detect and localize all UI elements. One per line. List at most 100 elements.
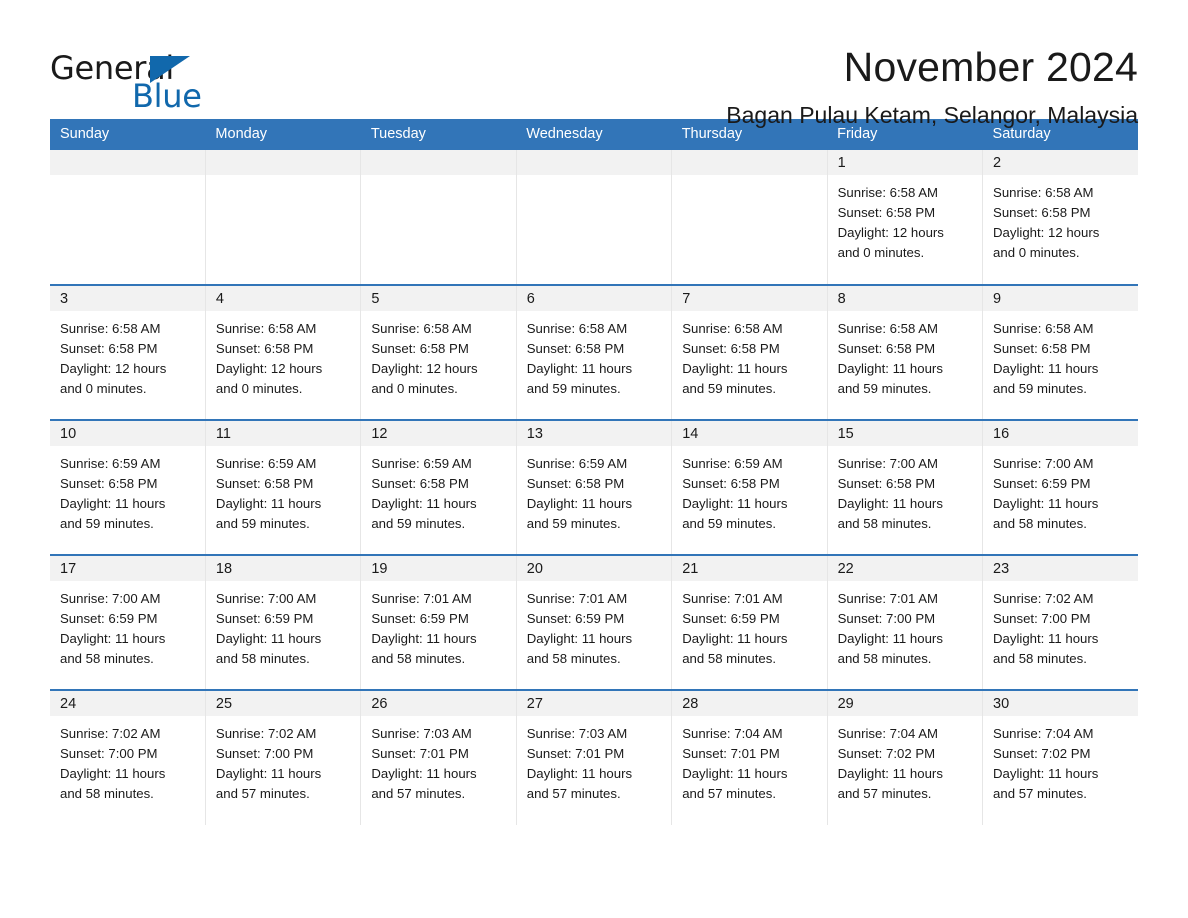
daylight-text: Daylight: 11 hours: [526, 766, 633, 781]
calendar-day-cell[interactable]: 26 Sunrise: 7:03 AM Sunset: 7:01 PM Dayligh…: [360, 689, 517, 825]
sunrise-text: Sunrise: 6:58 AM: [837, 185, 939, 200]
calendar-day-cell[interactable]: 1 Sunrise: 6:58 AM Sunset: 6:58 PM Daylight…: [826, 150, 983, 285]
day-details: Sunrise: 7:01 AM Sunset: 6:59 PM Daylight:…: [361, 581, 515, 669]
calendar-day-cell[interactable]: 28 Sunrise: 7:04 AM Sunset: 7:01 PM Dayligh…: [671, 689, 828, 825]
sunrise-text: Sunrise: 6:58 AM: [371, 321, 472, 336]
day-number: [516, 150, 672, 175]
sunrise-text: Sunrise: 6:59 AM: [682, 456, 783, 471]
daylight-text: and 58 minutes.: [682, 651, 777, 666]
calendar-day-cell[interactable]: 5 Sunrise: 6:58 AM Sunset: 6:58 PM Daylight…: [360, 284, 517, 420]
daylight-text: Daylight: 11 hours: [682, 766, 788, 781]
daylight-text: and 59 minutes.: [682, 516, 777, 531]
calendar-day-cell[interactable]: 24 Sunrise: 7:02 AM Sunset: 7:00 PM Dayligh…: [50, 689, 206, 825]
calendar-day-cell[interactable]: 8 Sunrise: 6:58 AM Sunset: 6:58 PM Daylight…: [826, 284, 983, 420]
sunrise-text: Sunrise: 7:03 AM: [371, 726, 472, 741]
sunset-text: Sunset: 6:58 PM: [371, 476, 469, 491]
daylight-text: and 59 minutes.: [371, 516, 466, 531]
calendar-day-cell[interactable]: 15 Sunrise: 7:00 AM Sunset: 6:58 PM Dayligh…: [826, 419, 983, 555]
calendar-day-cell[interactable]: 2 Sunrise: 6:58 AM Sunset: 6:58 PM Daylight…: [982, 150, 1138, 285]
calendar-day-cell[interactable]: 30 Sunrise: 7:04 AM Sunset: 7:02 PM Dayligh…: [982, 689, 1138, 825]
sunrise-text: Sunrise: 6:58 AM: [993, 185, 1094, 200]
daylight-text: and 59 minutes.: [837, 381, 932, 396]
day-details: Sunrise: 6:58 AM Sunset: 6:58 PM Daylight:…: [828, 175, 982, 263]
calendar-day-cell[interactable]: 18 Sunrise: 7:00 AM Sunset: 6:59 PM Dayligh…: [204, 554, 361, 690]
calendar-day-cell[interactable]: 13 Sunrise: 6:59 AM Sunset: 6:58 PM Dayligh…: [515, 419, 672, 555]
calendar-day-cell[interactable]: 23 Sunrise: 7:02 AM Sunset: 7:00 PM Dayligh…: [982, 554, 1138, 690]
daylight-text: and 59 minutes.: [993, 381, 1087, 396]
calendar-week-row: 24 Sunrise: 7:02 AM Sunset: 7:00 PM Dayligh…: [50, 689, 1138, 825]
sunrise-text: Sunrise: 7:03 AM: [526, 726, 628, 741]
daylight-text: Daylight: 11 hours: [682, 496, 788, 511]
calendar-day-cell[interactable]: 25 Sunrise: 7:02 AM Sunset: 7:00 PM Dayligh…: [204, 689, 361, 825]
calendar-day-cell[interactable]: 10 Sunrise: 6:59 AM Sunset: 6:58 PM Dayligh…: [50, 419, 206, 555]
day-details: Sunrise: 6:59 AM Sunset: 6:58 PM Daylight:…: [361, 446, 515, 534]
sunrise-text: Sunrise: 6:59 AM: [371, 456, 472, 471]
calendar-day-cell[interactable]: 14 Sunrise: 6:59 AM Sunset: 6:58 PM Dayligh…: [671, 419, 828, 555]
daylight-text: and 57 minutes.: [682, 786, 777, 801]
calendar-day-cell[interactable]: 3 Sunrise: 6:58 AM Sunset: 6:58 PM Daylight…: [50, 284, 206, 420]
sunset-text: Sunset: 6:58 PM: [837, 205, 936, 220]
calendar-day-cell[interactable]: 22 Sunrise: 7:01 AM Sunset: 7:00 PM Dayligh…: [826, 554, 983, 690]
day-details: [517, 175, 671, 183]
sunset-text: Sunset: 6:59 PM: [60, 611, 158, 626]
daylight-text: Daylight: 11 hours: [215, 496, 322, 511]
general-blue-logo[interactable]: General Blue: [50, 46, 202, 112]
day-details: Sunrise: 7:02 AM Sunset: 7:00 PM Daylight:…: [983, 581, 1138, 669]
sunset-text: Sunset: 6:58 PM: [993, 341, 1091, 356]
sunrise-text: Sunrise: 7:04 AM: [837, 726, 939, 741]
daylight-text: Daylight: 11 hours: [526, 496, 633, 511]
day-number: 6: [516, 286, 672, 311]
calendar-day-cell[interactable]: 16 Sunrise: 7:00 AM Sunset: 6:59 PM Dayligh…: [982, 419, 1138, 555]
daylight-text: Daylight: 11 hours: [526, 361, 633, 376]
daylight-text: Daylight: 11 hours: [371, 496, 477, 511]
day-number: 29: [827, 691, 983, 716]
calendar-day-cell[interactable]: 21 Sunrise: 7:01 AM Sunset: 6:59 PM Dayligh…: [671, 554, 828, 690]
day-details: Sunrise: 7:01 AM Sunset: 6:59 PM Daylight:…: [517, 581, 671, 669]
calendar-day-cell[interactable]: 7 Sunrise: 6:58 AM Sunset: 6:58 PM Daylight…: [671, 284, 828, 420]
day-number: 8: [827, 286, 983, 311]
sunset-text: Sunset: 6:58 PM: [837, 476, 936, 491]
day-details: Sunrise: 6:58 AM Sunset: 6:58 PM Daylight:…: [983, 311, 1138, 399]
daylight-text: and 57 minutes.: [526, 786, 621, 801]
daylight-text: Daylight: 12 hours: [215, 361, 323, 376]
calendar-day-cell[interactable]: 20 Sunrise: 7:01 AM Sunset: 6:59 PM Dayligh…: [515, 554, 672, 690]
day-details: Sunrise: 7:02 AM Sunset: 7:00 PM Daylight:…: [50, 716, 205, 804]
day-details: Sunrise: 6:58 AM Sunset: 6:58 PM Daylight:…: [50, 311, 205, 399]
day-number: 7: [672, 286, 827, 311]
day-number: 12: [361, 421, 516, 446]
day-details: Sunrise: 6:59 AM Sunset: 6:58 PM Daylight:…: [50, 446, 205, 534]
sunrise-text: Sunrise: 6:59 AM: [215, 456, 317, 471]
day-details: Sunrise: 6:59 AM Sunset: 6:58 PM Daylight:…: [672, 446, 826, 534]
day-details: Sunrise: 6:58 AM Sunset: 6:58 PM Daylight:…: [983, 175, 1138, 263]
daylight-text: and 57 minutes.: [837, 786, 932, 801]
daylight-text: Daylight: 12 hours: [993, 225, 1100, 240]
day-number: 28: [672, 691, 827, 716]
day-details: Sunrise: 6:58 AM Sunset: 6:58 PM Daylight:…: [206, 311, 360, 399]
weekday-header-sunday: Sunday: [50, 119, 206, 150]
calendar-day-cell[interactable]: 27 Sunrise: 7:03 AM Sunset: 7:01 PM Dayligh…: [515, 689, 672, 825]
location-subtitle: Bagan Pulau Ketam, Selangor, Malaysia: [726, 102, 1138, 129]
day-details: Sunrise: 6:58 AM Sunset: 6:58 PM Daylight:…: [517, 311, 671, 399]
day-details: [50, 175, 205, 183]
calendar-day-cell[interactable]: 4 Sunrise: 6:58 AM Sunset: 6:58 PM Daylight…: [204, 284, 361, 420]
day-details: Sunrise: 6:59 AM Sunset: 6:58 PM Daylight:…: [517, 446, 671, 534]
sunset-text: Sunset: 7:02 PM: [993, 746, 1091, 761]
calendar-day-cell[interactable]: 11 Sunrise: 6:59 AM Sunset: 6:58 PM Dayligh…: [204, 419, 361, 555]
calendar-day-cell[interactable]: 12 Sunrise: 6:59 AM Sunset: 6:58 PM Dayligh…: [360, 419, 517, 555]
calendar-day-cell[interactable]: 9 Sunrise: 6:58 AM Sunset: 6:58 PM Daylight…: [982, 284, 1138, 420]
calendar-day-cell[interactable]: 19 Sunrise: 7:01 AM Sunset: 6:59 PM Dayligh…: [360, 554, 517, 690]
calendar-day-cell[interactable]: 29 Sunrise: 7:04 AM Sunset: 7:02 PM Dayligh…: [826, 689, 983, 825]
daylight-text: and 57 minutes.: [215, 786, 310, 801]
day-details: Sunrise: 6:58 AM Sunset: 6:58 PM Daylight:…: [828, 311, 982, 399]
sunrise-text: Sunrise: 7:02 AM: [215, 726, 317, 741]
sunrise-text: Sunrise: 6:59 AM: [526, 456, 628, 471]
calendar-day-cell[interactable]: 6 Sunrise: 6:58 AM Sunset: 6:58 PM Daylight…: [515, 284, 672, 420]
day-number: 14: [672, 421, 827, 446]
daylight-text: and 58 minutes.: [837, 516, 932, 531]
sunrise-text: Sunrise: 7:01 AM: [682, 591, 783, 606]
calendar-day-cell[interactable]: 17 Sunrise: 7:00 AM Sunset: 6:59 PM Dayligh…: [50, 554, 206, 690]
daylight-text: Daylight: 12 hours: [837, 225, 944, 240]
sunset-text: Sunset: 7:01 PM: [682, 746, 780, 761]
daylight-text: and 59 minutes.: [60, 516, 154, 531]
sunset-text: Sunset: 7:01 PM: [371, 746, 469, 761]
